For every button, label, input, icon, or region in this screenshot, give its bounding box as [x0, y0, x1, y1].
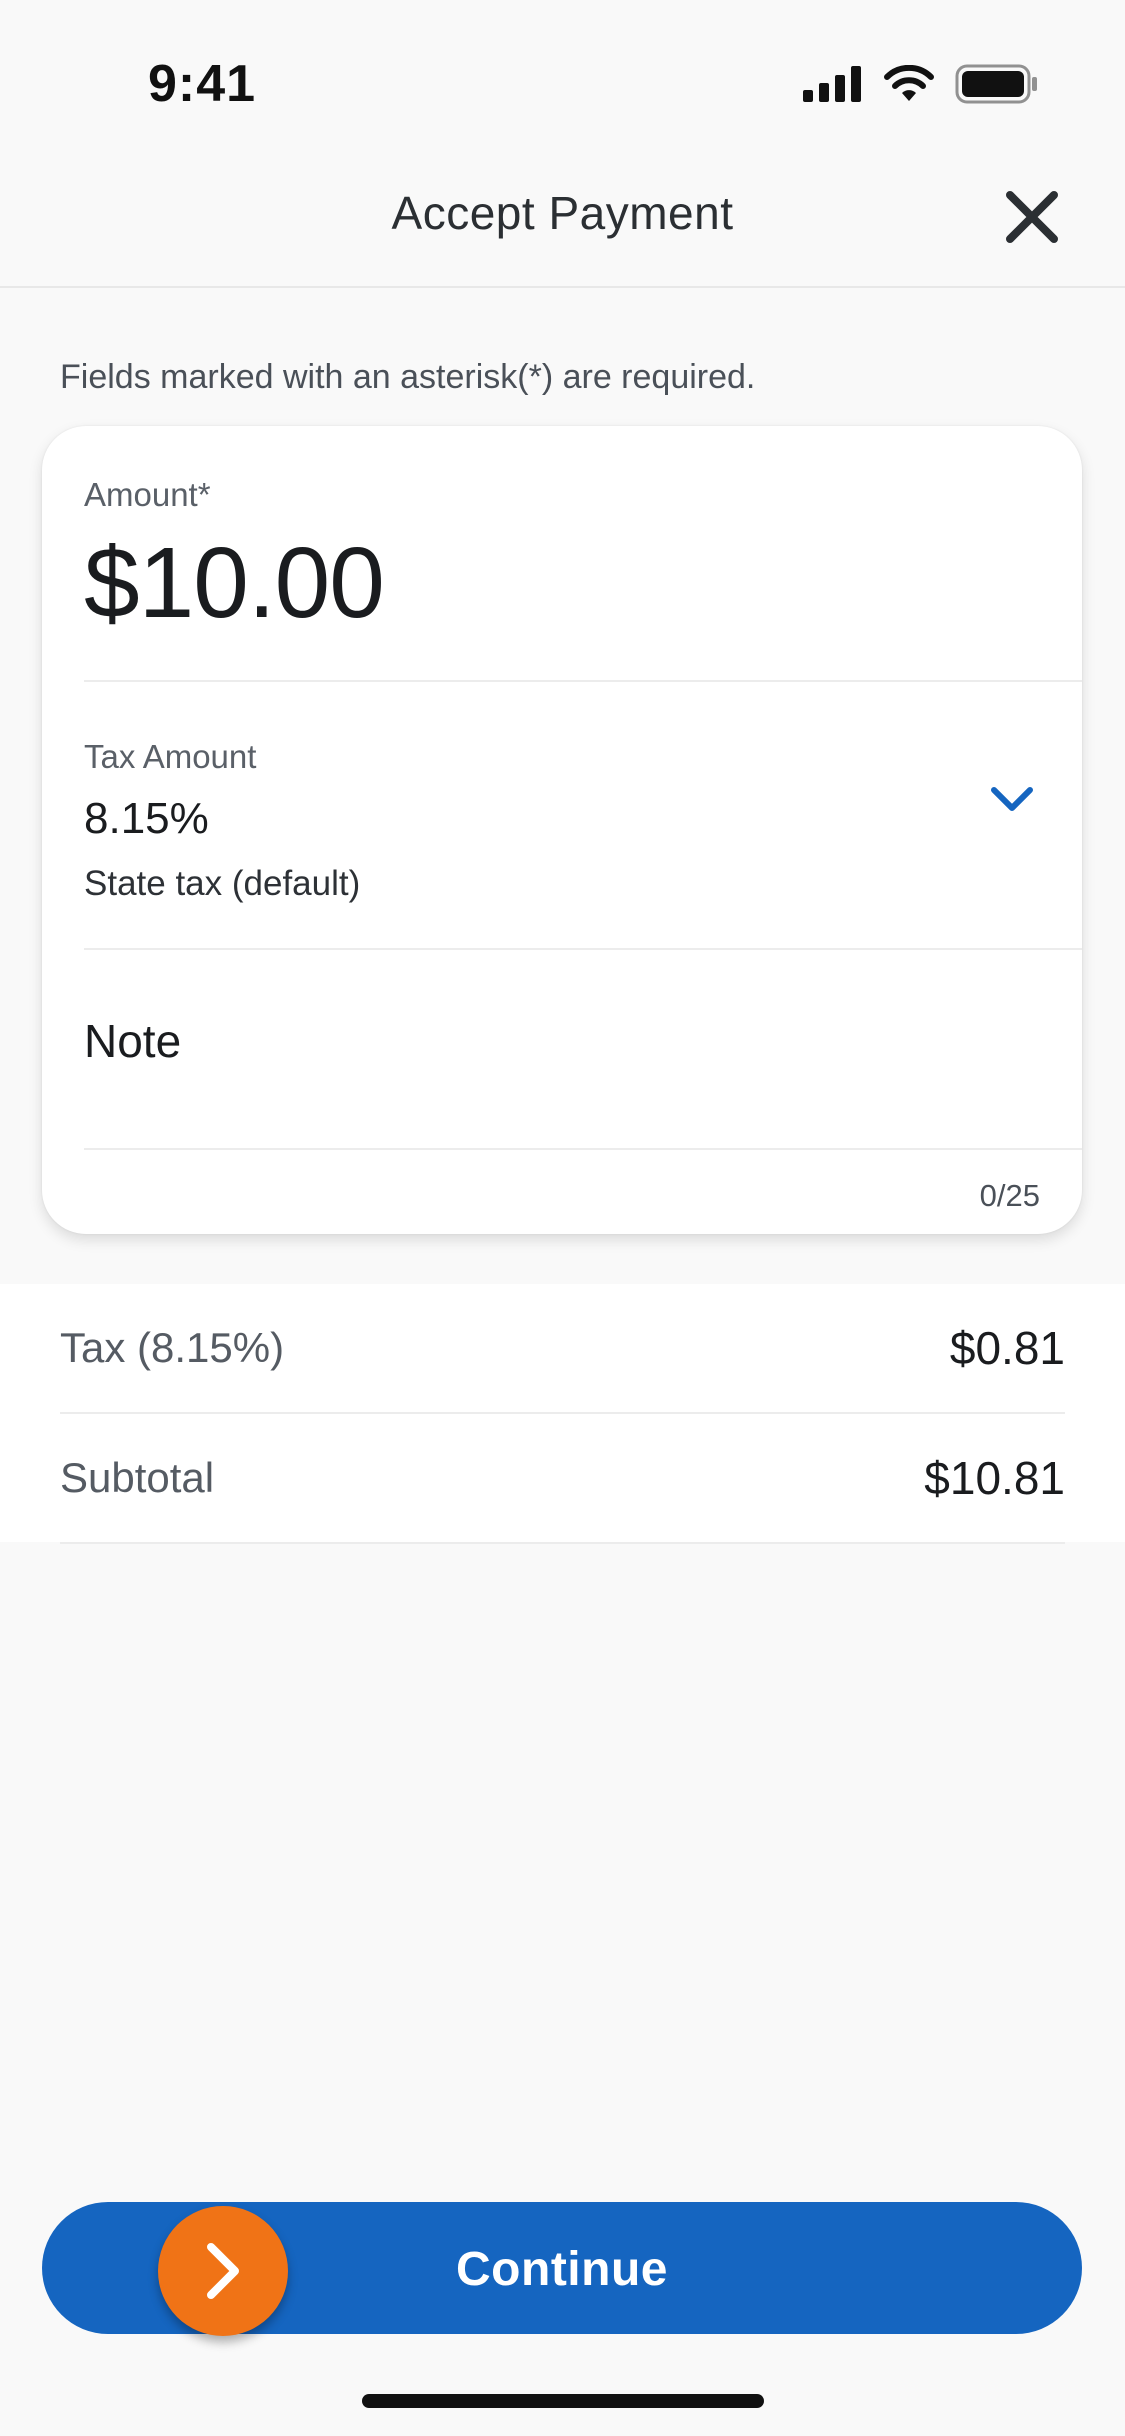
subtotal-value: $10.81	[924, 1452, 1065, 1504]
status-bar: 9:41	[0, 0, 1125, 160]
page-title: Accept Payment	[391, 187, 734, 239]
note-field	[84, 950, 1082, 1150]
home-indicator	[362, 2394, 764, 2408]
chevron-down-icon[interactable]	[986, 774, 1038, 826]
divider	[84, 1148, 1082, 1150]
payment-summary: Tax (8.15%) $0.81 Subtotal $10.81	[0, 1284, 1125, 1544]
tax-summary-label: Tax (8.15%)	[60, 1324, 285, 1371]
close-icon	[1006, 191, 1058, 243]
tax-amount-label: Tax Amount	[84, 738, 257, 775]
status-icons	[803, 64, 1039, 104]
status-time: 9:41	[148, 55, 257, 113]
note-input[interactable]	[84, 1014, 984, 1068]
tax-description: State tax (default)	[84, 864, 361, 903]
amount-input[interactable]: $10.00	[84, 526, 385, 641]
signal-icon	[803, 66, 861, 102]
payment-form-card: Amount* $10.00 Tax Amount 8.15% State ta…	[42, 426, 1082, 1234]
subtotal-label: Subtotal	[60, 1454, 215, 1501]
tax-amount-value: 8.15%	[84, 794, 209, 843]
wifi-icon	[884, 65, 934, 101]
chevron-right-icon	[207, 2243, 239, 2299]
tax-amount-select[interactable]: Tax Amount 8.15% State tax (default)	[42, 682, 1082, 946]
required-fields-note: Fields marked with an asterisk(*) are re…	[60, 358, 756, 396]
summary-row-tax: Tax (8.15%) $0.81	[60, 1284, 1065, 1414]
amount-label: Amount*	[84, 476, 211, 513]
tax-summary-value: $0.81	[949, 1322, 1065, 1374]
summary-row-subtotal: Subtotal $10.81	[60, 1414, 1065, 1544]
swipe-handle[interactable]	[158, 2206, 288, 2336]
close-button[interactable]	[997, 182, 1067, 252]
note-char-count: 0/25	[979, 1178, 1040, 1213]
nav-bar: Accept Payment	[0, 160, 1125, 288]
battery-icon	[955, 64, 1037, 104]
